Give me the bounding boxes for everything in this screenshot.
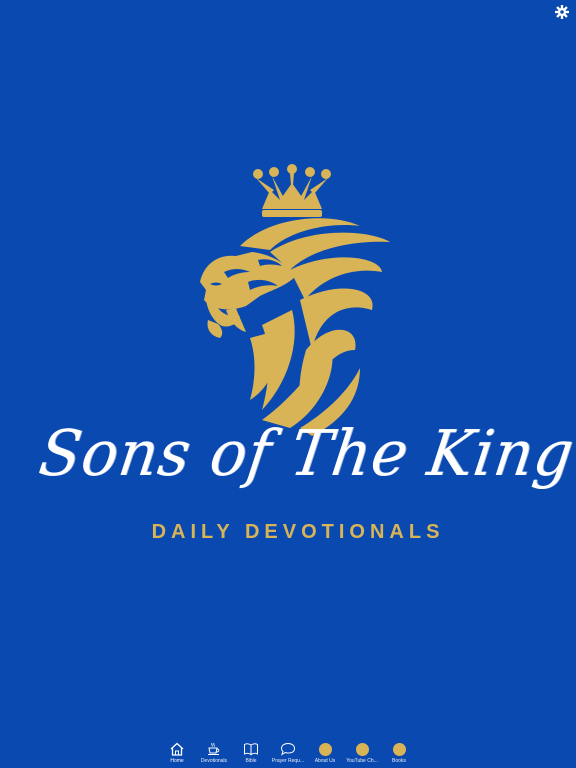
tab-label: Devotionals <box>200 758 228 764</box>
cup-icon <box>206 740 222 758</box>
tab-bible[interactable]: Bible <box>233 738 270 768</box>
tab-devotionals[interactable]: Devotionals <box>196 738 233 768</box>
tab-label: YouTube Ch... <box>346 758 378 764</box>
app-screen: Sons of The King DAILY DEVOTIONALS Home <box>0 0 576 768</box>
tab-youtube-channel[interactable]: YouTube Ch... <box>344 738 381 768</box>
speech-bubble-icon <box>280 740 296 758</box>
tab-prayer-requests[interactable]: Prayer Requ... <box>270 738 307 768</box>
settings-button[interactable] <box>553 3 571 21</box>
dot-icon <box>355 742 369 756</box>
bottom-tab-bar: Home Devotionals Bible Prayer Requ... Ab… <box>0 738 576 768</box>
tab-label: Bible <box>245 758 257 764</box>
book-icon <box>243 740 259 758</box>
gear-icon <box>555 5 569 19</box>
brand-title: Sons of The King <box>34 417 576 491</box>
tab-label: Books <box>392 758 406 764</box>
lion-logo <box>0 160 576 450</box>
tab-label: Home <box>170 758 184 764</box>
tab-label: Prayer Requ... <box>271 758 305 764</box>
tab-about-us[interactable]: About Us <box>307 738 344 768</box>
brand-subtitle: DAILY DEVOTIONALS <box>151 521 445 543</box>
tab-label: About Us <box>314 758 336 764</box>
dot-icon <box>318 742 332 756</box>
dot-icon <box>392 742 406 756</box>
tab-books[interactable]: Books <box>381 738 418 768</box>
home-icon <box>169 740 185 758</box>
tab-home[interactable]: Home <box>159 738 196 768</box>
lion-crown-icon <box>200 164 390 436</box>
